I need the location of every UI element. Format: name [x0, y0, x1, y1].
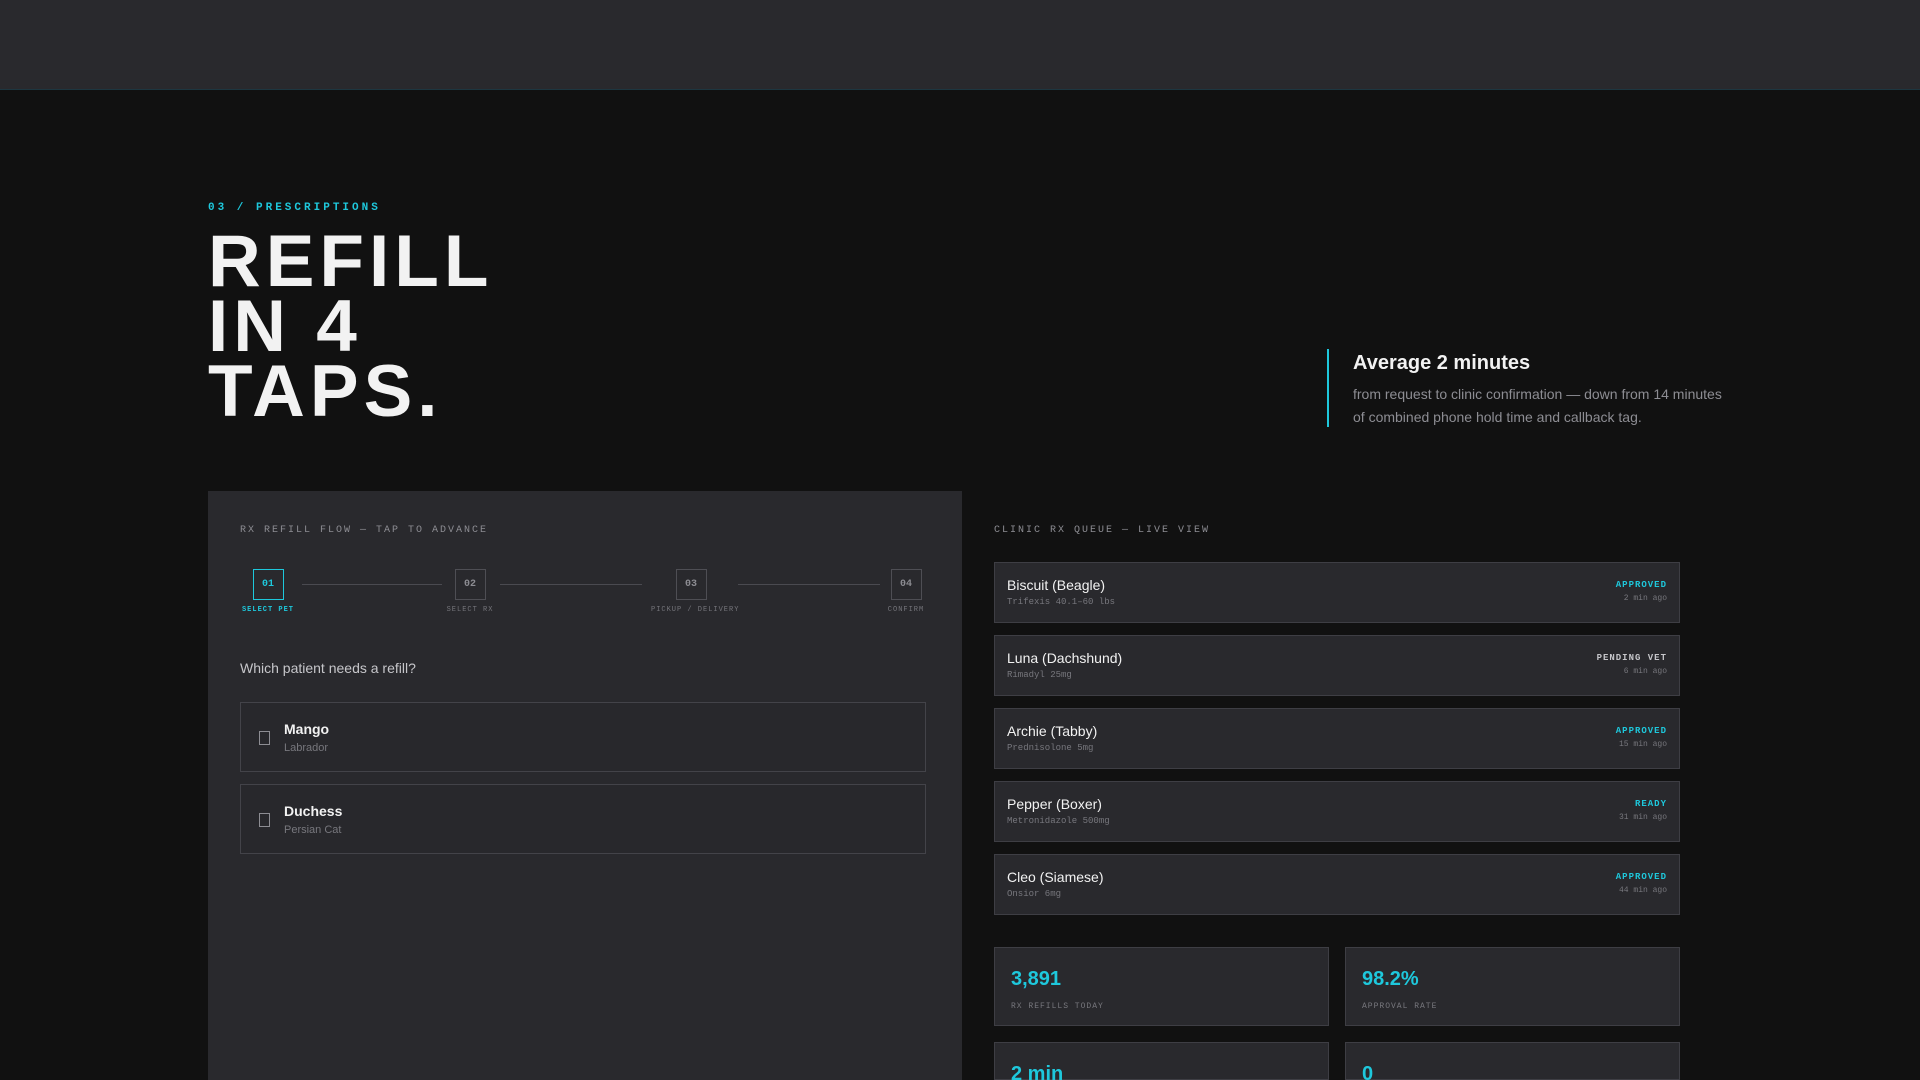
step-number: 04: [890, 569, 922, 600]
queue-item[interactable]: Archie (Tabby) Prednisolone 5mg APPROVED…: [994, 708, 1680, 769]
step-confirm[interactable]: 04 CONFIRM: [866, 569, 946, 614]
queue-patient-name: Pepper (Boxer): [1007, 796, 1102, 812]
queue-time: 44 min ago: [1618, 886, 1667, 895]
queue-drug: Trifexis 40.1–60 lbs: [1007, 597, 1116, 607]
pet-name: Duchess: [284, 803, 343, 819]
queue-item[interactable]: Biscuit (Beagle) Trifexis 40.1–60 lbs AP…: [994, 562, 1680, 623]
top-nav-bar: [0, 0, 1920, 90]
queue-patient-name: Biscuit (Beagle): [1007, 577, 1106, 593]
pet-name: Mango: [284, 721, 330, 737]
step-connector: [500, 584, 642, 585]
flow-panel-label: RX REFILL FLOW — TAP TO ADVANCE: [240, 525, 489, 536]
queue-label: CLINIC RX QUEUE — LIVE VIEW: [994, 525, 1211, 536]
metric-approval-rate: 98.2% APPROVAL RATE: [1345, 947, 1680, 1026]
step-connector: [738, 584, 880, 585]
status-badge: APPROVED: [1615, 726, 1667, 736]
hero-headline: REFILL IN 4 TAPS.: [208, 221, 494, 432]
step-label: CONFIRM: [887, 606, 925, 614]
headline-line-3: TAPS.: [208, 351, 443, 432]
step-number: 03: [675, 569, 707, 600]
metric-value: 3,891: [1011, 968, 1062, 990]
checkbox-icon[interactable]: [259, 731, 270, 745]
queue-patient-name: Luna (Dachshund): [1007, 650, 1123, 666]
step-number: 01: [252, 569, 284, 600]
step-number: 02: [454, 569, 486, 600]
step-label: PICKUP / DELIVERY: [651, 606, 740, 614]
step-select-pet[interactable]: 01 SELECT PET: [228, 569, 308, 614]
queue-time: 31 min ago: [1618, 813, 1667, 822]
status-badge: READY: [1634, 799, 1667, 809]
step-connector: [302, 584, 442, 585]
queue-time: 6 min ago: [1623, 667, 1667, 676]
metric-avg-time: 2 min: [994, 1042, 1329, 1080]
queue-drug: Prednisolone 5mg: [1007, 743, 1094, 753]
queue-drug: Rimadyl 25mg: [1007, 670, 1072, 680]
queue-time: 15 min ago: [1618, 740, 1667, 749]
step-pickup-delivery[interactable]: 03 PICKUP / DELIVERY: [651, 569, 740, 614]
queue-item[interactable]: Pepper (Boxer) Metronidazole 500mg READY…: [994, 781, 1680, 842]
queue-item[interactable]: Luna (Dachshund) Rimadyl 25mg PENDING VE…: [994, 635, 1680, 696]
refill-stepper: 01 SELECT PET 02 SELECT RX 03 PICKUP / D…: [240, 569, 926, 614]
pet-option-duchess[interactable]: Duchess Persian Cat: [240, 784, 926, 854]
metric-value: 0: [1362, 1063, 1374, 1080]
section-eyebrow: 03 / PRESCRIPTIONS: [208, 202, 381, 214]
queue-drug: Onsior 6mg: [1007, 889, 1062, 899]
pet-option-mango[interactable]: Mango Labrador: [240, 702, 926, 772]
metric-label: RX REFILLS TODAY: [1011, 1002, 1104, 1011]
refill-flow-panel: RX REFILL FLOW — TAP TO ADVANCE 01 SELEC…: [208, 491, 962, 1080]
metric-zero: 0: [1345, 1042, 1680, 1080]
headline-line-1: REFILL: [208, 221, 494, 302]
metric-value: 98.2%: [1362, 968, 1419, 990]
headline-line-2: IN 4: [208, 286, 362, 367]
stat-callout-description: from request to clinic confirmation — do…: [1353, 386, 1722, 425]
step-select-rx[interactable]: 02 SELECT RX: [430, 569, 510, 614]
step-label: SELECT RX: [446, 606, 494, 614]
flow-question: Which patient needs a refill?: [240, 660, 416, 676]
stat-callout-title: Average 2 minutes: [1353, 352, 1531, 374]
metric-label: APPROVAL RATE: [1362, 1002, 1438, 1011]
status-badge: PENDING VET: [1596, 653, 1667, 663]
checkbox-icon[interactable]: [259, 813, 270, 827]
status-badge: APPROVED: [1615, 580, 1667, 590]
metric-value: 2 min: [1011, 1063, 1064, 1080]
queue-time: 2 min ago: [1623, 594, 1667, 603]
stat-callout: Average 2 minutes from request to clinic…: [1327, 349, 1727, 427]
queue-patient-name: Cleo (Siamese): [1007, 869, 1104, 885]
pet-breed: Persian Cat: [284, 824, 342, 836]
queue-item[interactable]: Cleo (Siamese) Onsior 6mg APPROVED 44 mi…: [994, 854, 1680, 915]
status-badge: APPROVED: [1615, 872, 1667, 882]
metric-refills-today: 3,891 RX REFILLS TODAY: [994, 947, 1329, 1026]
pet-breed: Labrador: [284, 742, 329, 754]
queue-drug: Metronidazole 500mg: [1007, 816, 1110, 826]
step-label: SELECT PET: [241, 606, 294, 614]
queue-patient-name: Archie (Tabby): [1007, 723, 1098, 739]
